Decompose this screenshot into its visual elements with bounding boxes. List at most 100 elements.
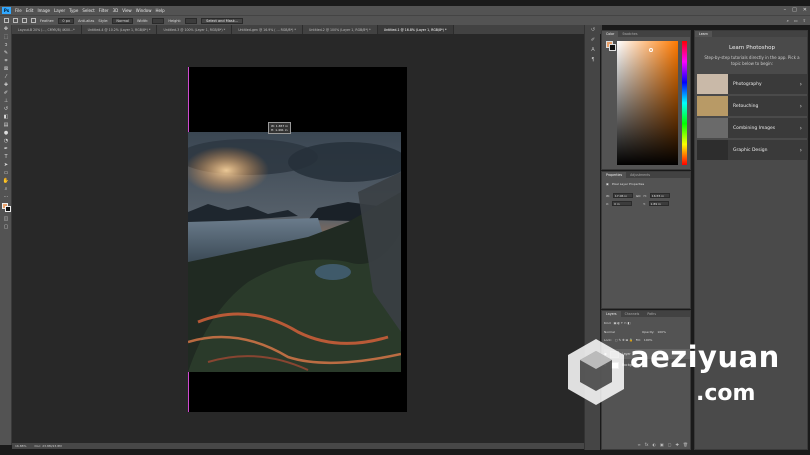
tab-properties[interactable]: Properties (602, 172, 627, 178)
tab-swatches[interactable]: Swatches (618, 31, 641, 37)
doc-tab-active[interactable]: Untitled-1 @ 16.8% (Layer 1, RGB/8*) * (377, 25, 454, 34)
history-brush-icon[interactable]: ↺ (0, 105, 12, 113)
new-selection-icon[interactable] (22, 18, 27, 23)
color-swatches[interactable] (0, 201, 12, 215)
pen-tool-icon[interactable]: ✒ (0, 145, 12, 153)
eyedropper-tool-icon[interactable]: ⁄ (0, 73, 12, 81)
maximize-button[interactable]: □ (792, 7, 797, 13)
kind-filter[interactable]: Kind (604, 321, 611, 325)
tab-learn[interactable]: Learn (695, 31, 712, 37)
stamp-tool-icon[interactable]: ⊥ (0, 97, 12, 105)
brush-settings-icon[interactable]: ✐ (585, 35, 601, 45)
marquee-tool-icon[interactable]: ⬚ (0, 33, 12, 41)
eraser-tool-icon[interactable]: ◧ (0, 113, 12, 121)
hand-tool-icon[interactable]: ✋ (0, 177, 12, 185)
dodge-tool-icon[interactable]: ◔ (0, 137, 12, 145)
feather-input[interactable]: 0 px (58, 17, 75, 24)
add-selection-icon[interactable] (31, 18, 36, 23)
y-field[interactable]: 1.89 in (648, 201, 669, 206)
move-tool-icon[interactable]: ✥ (0, 25, 12, 33)
learn-topic-photography[interactable]: Photography › (697, 74, 807, 94)
learn-topic-retouching[interactable]: Retouching › (697, 96, 807, 116)
blur-tool-icon[interactable]: ● (0, 129, 12, 137)
link-layers-icon[interactable]: ∞ (637, 442, 640, 447)
doc-tab[interactable]: Untitled-2 @ 100% (Layer 1, RGB/8*) * (303, 25, 378, 34)
brush-tool-icon[interactable]: ✐ (0, 89, 12, 97)
color-picker-field[interactable] (617, 41, 678, 165)
color-picker-cursor[interactable] (649, 48, 653, 52)
menu-view[interactable]: View (122, 8, 132, 13)
zoom-tool-icon[interactable]: ⌕ (0, 185, 12, 193)
height-input[interactable] (185, 17, 198, 24)
tab-channels[interactable]: Channels (621, 311, 644, 317)
menu-image[interactable]: Image (37, 8, 50, 13)
quick-select-tool-icon[interactable]: ✎ (0, 49, 12, 57)
frame-tool-icon[interactable]: ⊠ (0, 65, 12, 73)
menu-file[interactable]: File (15, 8, 22, 13)
fx-icon[interactable]: fx (645, 442, 649, 447)
landscape-photo[interactable] (188, 132, 401, 372)
path-select-icon[interactable]: ➤ (0, 161, 12, 169)
height-field[interactable]: 16.55 in (649, 193, 670, 198)
doc-tab[interactable]: Layout-B 20% (..., CMYK/8) 4K00...* (12, 25, 82, 34)
home-icon[interactable] (4, 18, 9, 23)
adjustment-icon[interactable]: ▣ (660, 442, 664, 447)
menu-edit[interactable]: Edit (26, 8, 34, 13)
more-tools-icon[interactable]: ⋯ (0, 193, 12, 201)
menu-3d[interactable]: 3D (113, 8, 119, 13)
doc-size[interactable]: Doc: 23.8M/23.8M (34, 444, 61, 448)
workspace-icon[interactable]: ▭ (794, 18, 798, 23)
width-field[interactable]: 17.06 in (612, 193, 633, 198)
new-layer-icon[interactable]: ✚ (676, 442, 679, 447)
tab-color[interactable]: Color (602, 31, 619, 37)
quick-mask-icon[interactable]: ◫ (0, 215, 12, 223)
width-input[interactable] (152, 17, 165, 24)
blend-mode-select[interactable]: Normal (604, 330, 639, 334)
marquee-tool-icon[interactable] (13, 18, 18, 23)
link-icon[interactable]: GO (636, 194, 641, 198)
antialias-label[interactable]: Anti-alias (78, 19, 94, 23)
menu-type[interactable]: Type (69, 8, 78, 13)
healing-tool-icon[interactable]: ✚ (0, 81, 12, 89)
menu-help[interactable]: Help (155, 8, 164, 13)
style-select[interactable]: Normal (112, 17, 133, 24)
menu-layer[interactable]: Layer (54, 8, 65, 13)
background-color[interactable] (5, 206, 11, 212)
mask-icon[interactable]: ◐ (653, 442, 657, 447)
learn-topic-combining[interactable]: Combining Images › (697, 118, 807, 138)
menu-select[interactable]: Select (82, 8, 94, 13)
trash-icon[interactable]: 🗑 (683, 442, 688, 447)
canvas-workspace[interactable]: W: 1.657 in H: 1.491 in (12, 34, 584, 443)
hue-slider[interactable] (682, 41, 687, 165)
tab-adjustments[interactable]: Adjustments (626, 172, 654, 178)
history-icon[interactable]: ↺ (585, 25, 601, 35)
background-swatch[interactable] (609, 44, 616, 51)
gradient-tool-icon[interactable]: ▤ (0, 121, 12, 129)
type-tool-icon[interactable]: T (0, 153, 12, 161)
screen-mode-icon[interactable]: ▢ (0, 223, 12, 231)
x-field[interactable]: 0 in (612, 201, 633, 206)
lasso-tool-icon[interactable]: ↄ (0, 41, 12, 49)
shape-tool-icon[interactable]: ▭ (0, 169, 12, 177)
tab-paths[interactable]: Paths (643, 311, 660, 317)
group-icon[interactable]: ▢ (668, 442, 672, 447)
character-icon[interactable]: A (585, 45, 601, 55)
close-button[interactable]: ✕ (803, 7, 807, 13)
menu-filter[interactable]: Filter (99, 8, 109, 13)
doc-tab[interactable]: Untitled-3 @ 100% (Layer 1, RGB/8*) * (157, 25, 233, 34)
crop-tool-icon[interactable]: ⌗ (0, 57, 12, 65)
opacity-input[interactable]: 100% (657, 330, 666, 334)
select-and-mask-button[interactable]: Select and Mask... (201, 17, 244, 24)
share-icon[interactable]: ⇪ (803, 18, 806, 23)
minimize-button[interactable]: – (784, 7, 787, 13)
document-canvas[interactable]: W: 1.657 in H: 1.491 in (188, 67, 407, 412)
doc-tab[interactable]: Untitled-gen @ 16.9% ( ... RGB/8*) * (232, 25, 304, 34)
doc-tab[interactable]: Untitled-4 @ 10.2% (Layer 1, RGB/8*) * (82, 25, 158, 34)
learn-topic-graphic-design[interactable]: Graphic Design › (697, 140, 807, 160)
paragraph-icon[interactable]: ¶ (585, 55, 601, 65)
tab-layers[interactable]: Layers (602, 311, 621, 317)
search-icon[interactable]: ⌕ (787, 18, 789, 23)
menu-window[interactable]: Window (136, 8, 152, 13)
zoom-level[interactable]: 16.88% (15, 444, 26, 448)
filter-icons[interactable]: ▣ ◐ T ▭ ◧ (614, 321, 631, 325)
